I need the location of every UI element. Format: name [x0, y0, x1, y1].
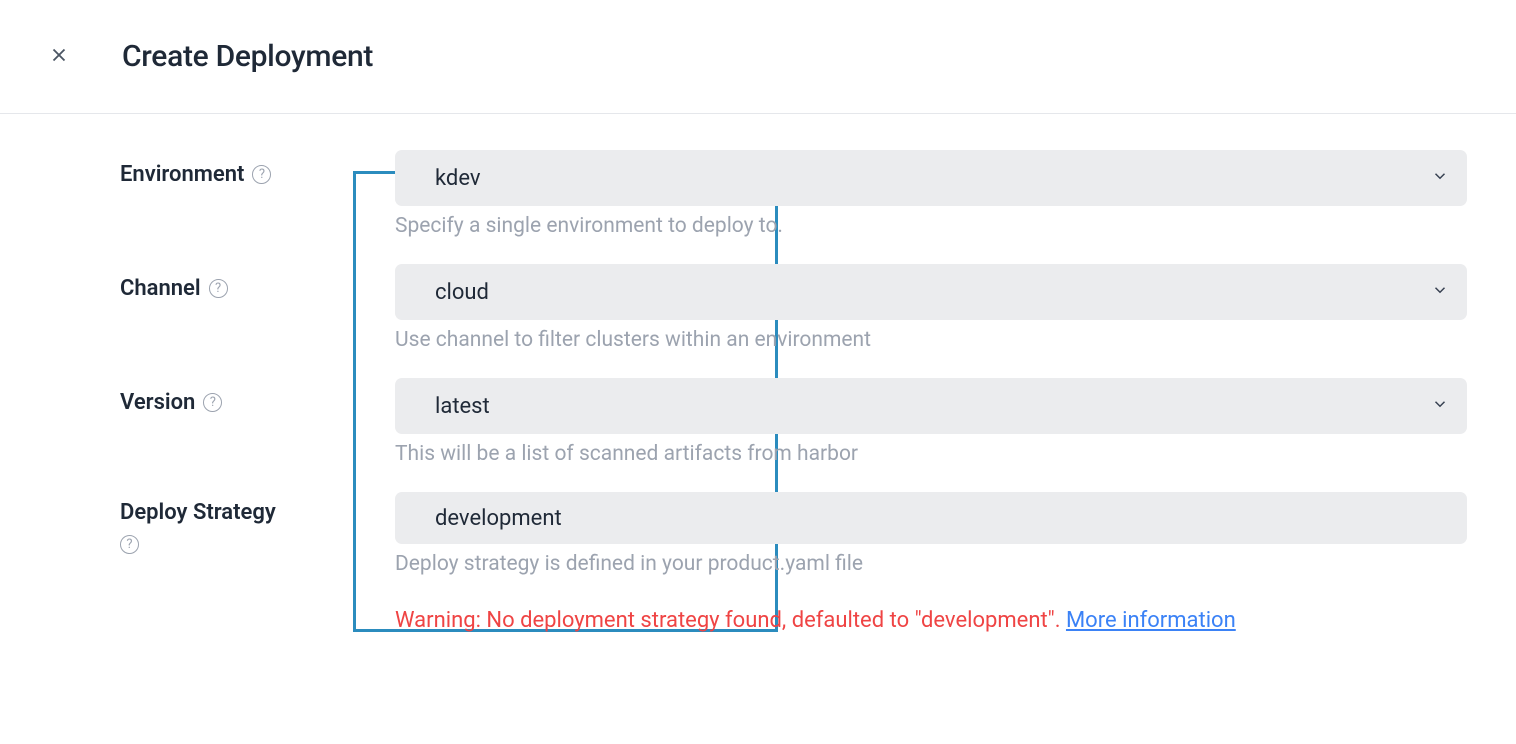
- close-icon: [48, 44, 70, 69]
- help-icon[interactable]: ?: [209, 279, 228, 298]
- input-col-environment: kdev Specify a single environment to dep…: [395, 150, 1467, 238]
- help-text-deploy-strategy: Deploy strategy is defined in your produ…: [395, 552, 1467, 576]
- help-text-channel: Use channel to filter clusters within an…: [395, 328, 1467, 352]
- more-information-link[interactable]: More information: [1066, 608, 1236, 633]
- warning-message: Warning: No deployment strategy found, d…: [395, 608, 1066, 633]
- help-text-environment: Specify a single environment to deploy t…: [395, 214, 1467, 238]
- input-col-version: latest This will be a list of scanned ar…: [395, 378, 1467, 466]
- label-col-version: Version ?: [120, 378, 395, 415]
- label-col-deploy-strategy: Deploy Strategy ?: [120, 492, 395, 554]
- form-row-environment: Environment ? kdev Specify a single envi…: [120, 150, 1476, 238]
- warning-text: Warning: No deployment strategy found, d…: [395, 608, 1236, 633]
- channel-value: cloud: [435, 280, 1425, 305]
- form-row-version: Version ? latest This will be a list of …: [120, 378, 1476, 466]
- version-value: latest: [435, 394, 1425, 419]
- label-channel: Channel: [120, 276, 201, 301]
- help-icon[interactable]: ?: [120, 535, 139, 554]
- form-row-channel: Channel ? cloud Use channel to filter cl…: [120, 264, 1476, 352]
- help-icon[interactable]: ?: [252, 165, 271, 184]
- select-wrapper-environment: kdev: [395, 150, 1467, 206]
- deploy-strategy-value: development: [435, 506, 562, 531]
- deploy-strategy-input[interactable]: development: [395, 492, 1467, 544]
- help-text-version: This will be a list of scanned artifacts…: [395, 442, 1467, 466]
- input-col-channel: cloud Use channel to filter clusters wit…: [395, 264, 1467, 352]
- label-version: Version: [120, 390, 195, 415]
- form-container: Environment ? kdev Specify a single envi…: [0, 114, 1516, 639]
- label-deploy-strategy: Deploy Strategy: [120, 500, 276, 525]
- input-col-deploy-strategy: development Deploy strategy is defined i…: [395, 492, 1467, 576]
- channel-select[interactable]: cloud: [395, 264, 1467, 320]
- label-environment: Environment: [120, 162, 244, 187]
- version-select[interactable]: latest: [395, 378, 1467, 434]
- label-col-channel: Channel ?: [120, 264, 395, 301]
- close-button[interactable]: [40, 36, 78, 77]
- environment-value: kdev: [435, 166, 1425, 191]
- environment-select[interactable]: kdev: [395, 150, 1467, 206]
- warning-row: Warning: No deployment strategy found, d…: [395, 602, 1467, 639]
- label-col-environment: Environment ?: [120, 150, 395, 187]
- select-wrapper-version: latest: [395, 378, 1467, 434]
- select-wrapper-channel: cloud: [395, 264, 1467, 320]
- form-row-deploy-strategy: Deploy Strategy ? development Deploy str…: [120, 492, 1476, 576]
- page-title: Create Deployment: [122, 39, 373, 74]
- modal-header: Create Deployment: [0, 0, 1516, 114]
- help-icon[interactable]: ?: [203, 393, 222, 412]
